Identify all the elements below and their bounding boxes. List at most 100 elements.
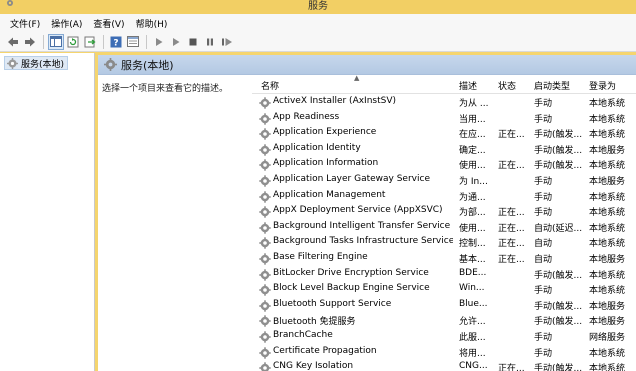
- table-row[interactable]: Application Identity 确定... 手动(触发... 本地服务: [252, 142, 636, 158]
- play-alt-icon[interactable]: [168, 34, 184, 50]
- menu-file[interactable]: 文件(F): [6, 17, 47, 30]
- service-description: 为从 ...: [459, 99, 489, 109]
- service-gear-icon: [259, 284, 271, 296]
- tree-item-services-local[interactable]: 服务(本地): [4, 56, 69, 70]
- table-row[interactable]: Bluetooth 免提服务 允许... 手动(触发... 本地服务: [252, 313, 636, 329]
- table-row[interactable]: Background Intelligent Transfer Service 使…: [252, 220, 636, 236]
- service-logon-as: 本地系统: [589, 286, 626, 297]
- service-logon-as: 本地系统: [589, 192, 626, 203]
- service-description: Blue...: [459, 298, 488, 309]
- table-row[interactable]: Block Level Backup Engine Service Win... 手…: [252, 282, 636, 298]
- service-gear-icon: [259, 159, 271, 172]
- stop-icon[interactable]: [185, 34, 201, 50]
- table-row[interactable]: Bluetooth Support Service Blue... 手动(触发...…: [252, 298, 636, 314]
- service-description: CNG...: [459, 361, 488, 371]
- toolbar-separator: [146, 34, 147, 49]
- service-name: Application Layer Gateway Service: [273, 174, 430, 184]
- forward-icon[interactable]: [22, 34, 38, 50]
- service-status: 正在...: [498, 223, 525, 234]
- service-description: 控制...: [459, 239, 486, 250]
- table-row[interactable]: CNG Key Isolation CNG... 正在... 手动(触发... 本地系统: [252, 360, 636, 371]
- service-startup-type: 自动: [534, 255, 553, 265]
- services-gear-icon: [104, 58, 117, 71]
- service-name: Base Filtering Engine: [273, 252, 368, 262]
- table-row[interactable]: Background Tasks Infrastructure Service 控…: [252, 235, 636, 251]
- service-description: 基本...: [459, 255, 486, 265]
- restart-icon[interactable]: [219, 34, 235, 50]
- menu-view[interactable]: 查看(V): [89, 17, 131, 30]
- service-startup-type: 手动: [534, 286, 553, 297]
- service-name: Block Level Backup Engine Service: [273, 283, 430, 294]
- window-title: 服务: [308, 1, 328, 12]
- properties-icon[interactable]: [125, 34, 141, 50]
- menu-action[interactable]: 操作(A): [47, 17, 89, 30]
- pane-title: 服务(本地): [121, 58, 174, 72]
- service-gear-icon: [259, 112, 271, 125]
- service-logon-as: 网络服务: [589, 333, 626, 343]
- service-startup-type: 手动(触发...: [534, 317, 583, 328]
- service-startup-type: 手动: [534, 99, 553, 109]
- service-name: BitLocker Drive Encryption Service: [273, 267, 429, 278]
- service-name: Application Identity: [273, 142, 361, 153]
- service-name: BranchCache: [273, 330, 333, 340]
- table-row[interactable]: Certificate Propagation 将用... 手动 本地系统: [252, 345, 636, 361]
- column-header-startup-type[interactable]: 启动类型: [534, 79, 570, 92]
- service-gear-icon: [259, 362, 271, 371]
- help-icon[interactable]: ?: [108, 34, 124, 50]
- table-row[interactable]: Application Layer Gateway Service 为 In...…: [252, 173, 636, 189]
- service-startup-type: 手动: [534, 177, 553, 187]
- service-logon-as: 本地系统: [589, 208, 626, 219]
- service-logon-as: 本地服务: [589, 317, 626, 328]
- toolbar-separator: [43, 34, 44, 49]
- table-row[interactable]: BitLocker Drive Encryption Service BDE...…: [252, 267, 636, 283]
- console-tree: 服务(本地): [0, 53, 95, 371]
- service-logon-as: 本地系统: [589, 364, 626, 371]
- column-header-name[interactable]: 名称: [261, 79, 279, 92]
- table-row[interactable]: ActiveX Installer (AxInstSV) 为从 ... 手动 本地系统: [252, 95, 636, 111]
- table-row[interactable]: Application Experience 在应... 正在... 手动(触发...…: [252, 126, 636, 142]
- service-description: Win...: [459, 283, 485, 294]
- service-name: Application Management: [273, 189, 386, 200]
- service-logon-as: 本地服务: [589, 177, 626, 187]
- service-gear-icon: [259, 206, 271, 218]
- table-row[interactable]: Application Information 使用... 正在... 手动(触发..…: [252, 157, 636, 173]
- services-gear-icon: [7, 57, 18, 69]
- back-icon[interactable]: [5, 34, 21, 50]
- menu-bar: 文件(F) 操作(A) 查看(V) 帮助(H): [0, 14, 636, 32]
- service-description: 此服...: [459, 333, 486, 343]
- service-name: Background Intelligent Transfer Service: [273, 220, 451, 231]
- toolbar: ?: [0, 32, 636, 52]
- service-logon-as: 本地系统: [589, 270, 626, 281]
- service-startup-type: 手动: [534, 348, 553, 359]
- menu-help[interactable]: 帮助(H): [132, 17, 175, 30]
- service-startup-type: 手动(触发...: [534, 364, 583, 371]
- service-logon-as: 本地服务: [589, 301, 626, 312]
- pause-icon[interactable]: [202, 34, 218, 50]
- play-icon[interactable]: [151, 34, 167, 50]
- service-name: Background Tasks Infrastructure Service: [273, 236, 453, 247]
- service-logon-as: 本地系统: [589, 99, 626, 109]
- service-logon-as: 本地系统: [589, 239, 626, 250]
- service-gear-icon: [259, 128, 271, 140]
- service-description: 在应...: [459, 130, 486, 141]
- service-description: 当用...: [459, 114, 486, 125]
- tree-item-label: 服务(本地): [21, 59, 65, 70]
- table-row[interactable]: BranchCache 此服... 手动 网络服务: [252, 329, 636, 345]
- service-logon-as: 本地服务: [589, 145, 626, 156]
- column-header-logon-as[interactable]: 登录为: [589, 79, 616, 92]
- refresh-icon[interactable]: [65, 34, 81, 50]
- service-gear-icon: [259, 237, 271, 250]
- column-header-description[interactable]: 描述: [459, 79, 477, 92]
- export-icon[interactable]: [82, 34, 98, 50]
- service-status: 正在...: [498, 255, 525, 265]
- service-status: 正在...: [498, 208, 525, 219]
- table-row[interactable]: Application Management 为通... 手动 本地系统: [252, 189, 636, 205]
- table-row[interactable]: Base Filtering Engine 基本... 正在... 自动 本地服务: [252, 251, 636, 267]
- service-startup-type: 手动(触发...: [534, 301, 583, 312]
- column-header-status[interactable]: 状态: [498, 79, 516, 92]
- table-row[interactable]: App Readiness 当用... 手动 本地系统: [252, 111, 636, 127]
- service-status: 正在...: [498, 161, 525, 172]
- service-startup-type: 手动(触发...: [534, 130, 583, 141]
- show-tree-icon[interactable]: [48, 33, 64, 50]
- table-row[interactable]: AppX Deployment Service (AppXSVC) 为部... 正在…: [252, 204, 636, 220]
